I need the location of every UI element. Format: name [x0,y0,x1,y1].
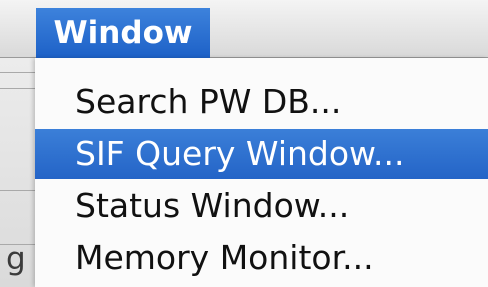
background-divider [0,72,35,73]
menu-bar: Window [0,0,488,58]
menu-item-sif-query-window[interactable]: SIF Query Window... [35,129,488,179]
window-dropdown-menu: Search PW DB... SIF Query Window... Stat… [35,58,488,287]
background-partial-text: g [6,241,26,277]
menu-item-status-window[interactable]: Status Window... [35,181,488,231]
background-divider [0,190,35,191]
window-menu-title[interactable]: Window [36,8,210,58]
menu-item-memory-monitor[interactable]: Memory Monitor... [35,233,488,283]
menu-item-search-pw-db[interactable]: Search PW DB... [35,77,488,127]
background-divider [0,88,35,89]
background-window-edge: g [0,58,35,287]
